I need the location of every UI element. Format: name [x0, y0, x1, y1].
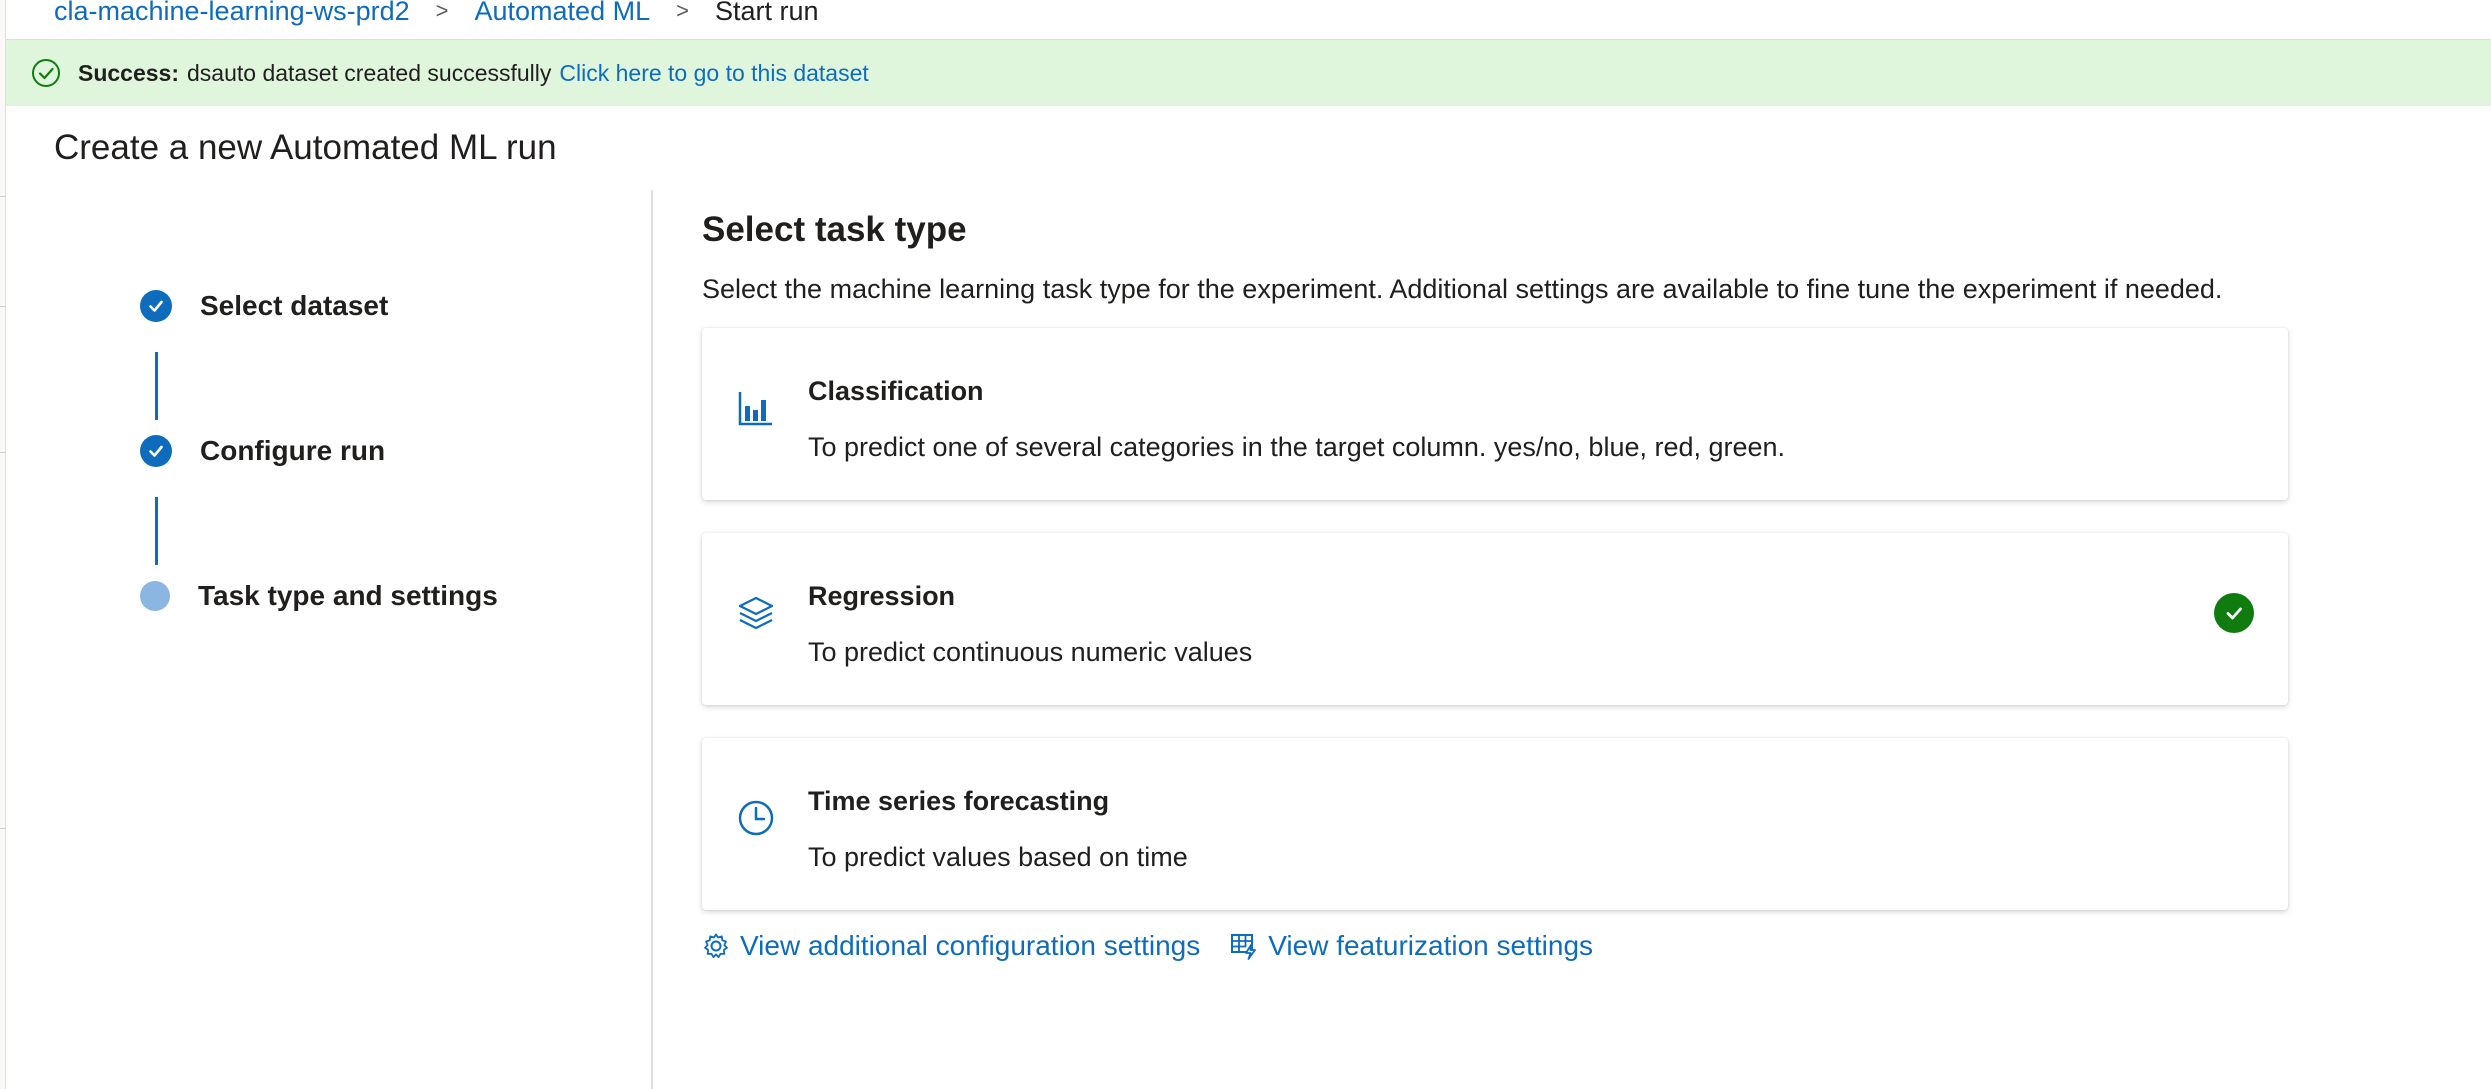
task-card-regression[interactable]: Regression To predict continuous numeric… [702, 533, 2288, 705]
task-description: To predict continuous numeric values [808, 637, 1253, 667]
step-configure-run[interactable]: Configure run [140, 435, 385, 467]
step-task-type-and-settings[interactable]: Task type and settings [140, 580, 498, 612]
breadcrumb-separator: > [676, 0, 689, 23]
link-label: View featurization settings [1268, 930, 1594, 961]
section-title: Select task type [702, 210, 967, 249]
step-label: Task type and settings [198, 580, 498, 611]
breadcrumb-automated-ml-link[interactable]: Automated ML [475, 0, 651, 27]
check-circle-icon [140, 290, 172, 322]
notification-status: Success: [78, 59, 180, 86]
section-description: Select the machine learning task type fo… [702, 274, 2223, 304]
automated-ml-start-run-page: cla-machine-learning-ws-prd2 > Automated… [0, 0, 2491, 1089]
step-connector [155, 497, 158, 565]
breadcrumb-workspace-link[interactable]: cla-machine-learning-ws-prd2 [54, 0, 410, 27]
breadcrumb-current: Start run [714, 0, 819, 26]
settings-links: View additional configuration settings V… [702, 930, 1623, 962]
check-circle-icon [140, 435, 172, 467]
step-connector [155, 352, 158, 420]
success-notification-bar: Success: dsauto dataset created successf… [6, 40, 2491, 106]
gutter-divider [0, 828, 6, 829]
task-description: To predict values based on time [808, 842, 1188, 872]
bar-chart-icon [736, 388, 776, 428]
app-left-gutter [0, 0, 6, 1089]
gear-icon [704, 933, 728, 959]
gutter-divider [0, 306, 6, 307]
table-lightning-icon [1231, 934, 1257, 960]
task-card-classification[interactable]: Classification To predict one of several… [702, 328, 2288, 500]
task-name: Regression [808, 581, 956, 611]
view-additional-configuration-link[interactable]: View additional configuration settings [702, 930, 1200, 962]
task-card-time-series-forecasting[interactable]: Time series forecasting To predict value… [702, 738, 2288, 910]
task-name: Classification [808, 376, 984, 406]
layers-icon [736, 593, 776, 633]
gutter-divider [0, 196, 6, 197]
notification-message: dsauto dataset created successfully [187, 59, 552, 86]
success-circle-check-icon [30, 57, 62, 89]
panel-divider [651, 190, 653, 1089]
breadcrumb-separator: > [435, 0, 449, 23]
selected-check-icon [2214, 593, 2254, 633]
task-name: Time series forecasting [808, 786, 1110, 816]
page-title: Create a new Automated ML run [54, 128, 557, 167]
task-description: To predict one of several categories in … [808, 432, 1786, 462]
step-label: Select dataset [200, 290, 389, 321]
gutter-divider [0, 452, 6, 453]
clock-icon [736, 798, 776, 838]
step-label: Configure run [200, 435, 386, 466]
go-to-dataset-link[interactable]: Click here to go to this dataset [559, 60, 868, 87]
link-label: View additional configuration settings [740, 930, 1201, 961]
dot-icon [140, 581, 170, 611]
view-featurization-link[interactable]: View featurization settings [1230, 930, 1593, 962]
step-select-dataset[interactable]: Select dataset [140, 290, 388, 322]
breadcrumb: cla-machine-learning-ws-prd2 > Automated… [54, 0, 819, 30]
